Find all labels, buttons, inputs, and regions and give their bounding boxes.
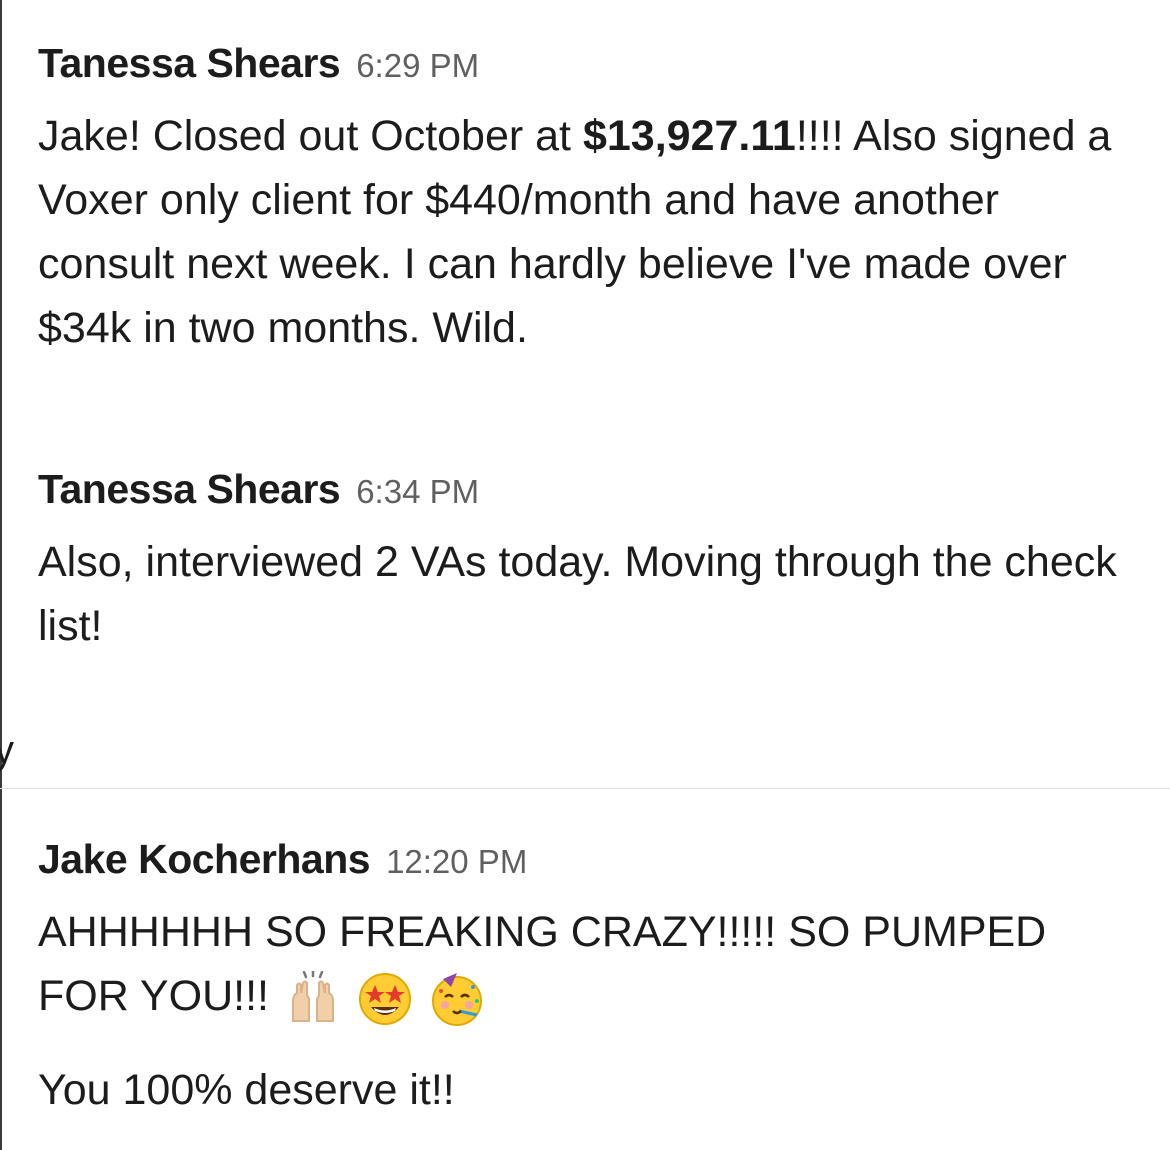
- message-body: Also, interviewed 2 VAs today. Moving th…: [38, 538, 1117, 650]
- author-name[interactable]: Tanessa Shears: [38, 40, 341, 87]
- author-name[interactable]: Tanessa Shears: [38, 466, 341, 513]
- message-text: AHHHHHH SO FREAKING CRAZY!!!!! SO PUMPED…: [38, 908, 1047, 1020]
- timestamp[interactable]: 12:20 PM: [386, 843, 527, 881]
- day-divider: [0, 788, 1170, 789]
- message-body: Jake! Closed out October at $13,927.11!!…: [38, 104, 1130, 360]
- raising-hands-emoji[interactable]: [285, 970, 341, 1027]
- message-header: Jake Kocherhans 12:20 PM: [38, 836, 1130, 900]
- author-name[interactable]: Jake Kocherhans: [38, 836, 371, 883]
- message[interactable]: Tanessa Shears 6:29 PM Jake! Closed out …: [38, 40, 1130, 360]
- star-struck-emoji[interactable]: [357, 971, 413, 1027]
- message[interactable]: Tanessa Shears 6:34 PM Also, interviewed…: [38, 466, 1130, 658]
- message-body: AHHHHHH SO FREAKING CRAZY!!!!! SO PUMPED…: [38, 900, 1130, 1028]
- message-body-followup: You 100% deserve it!!: [38, 1066, 455, 1114]
- message-header: Tanessa Shears 6:34 PM: [38, 466, 1130, 530]
- message-text: Jake! Closed out October at: [38, 112, 583, 160]
- left-edge-border: [0, 0, 2, 1150]
- timestamp[interactable]: 6:29 PM: [356, 47, 479, 85]
- bold-amount: $13,927.11: [582, 112, 796, 160]
- timestamp[interactable]: 6:34 PM: [356, 473, 479, 511]
- partying-face-emoji[interactable]: [429, 971, 485, 1027]
- message[interactable]: Jake Kocherhans 12:20 PM AHHHHHH SO FREA…: [38, 836, 1130, 1122]
- clipped-sidebar-text: y: [0, 728, 14, 772]
- message-header: Tanessa Shears 6:29 PM: [38, 40, 1130, 104]
